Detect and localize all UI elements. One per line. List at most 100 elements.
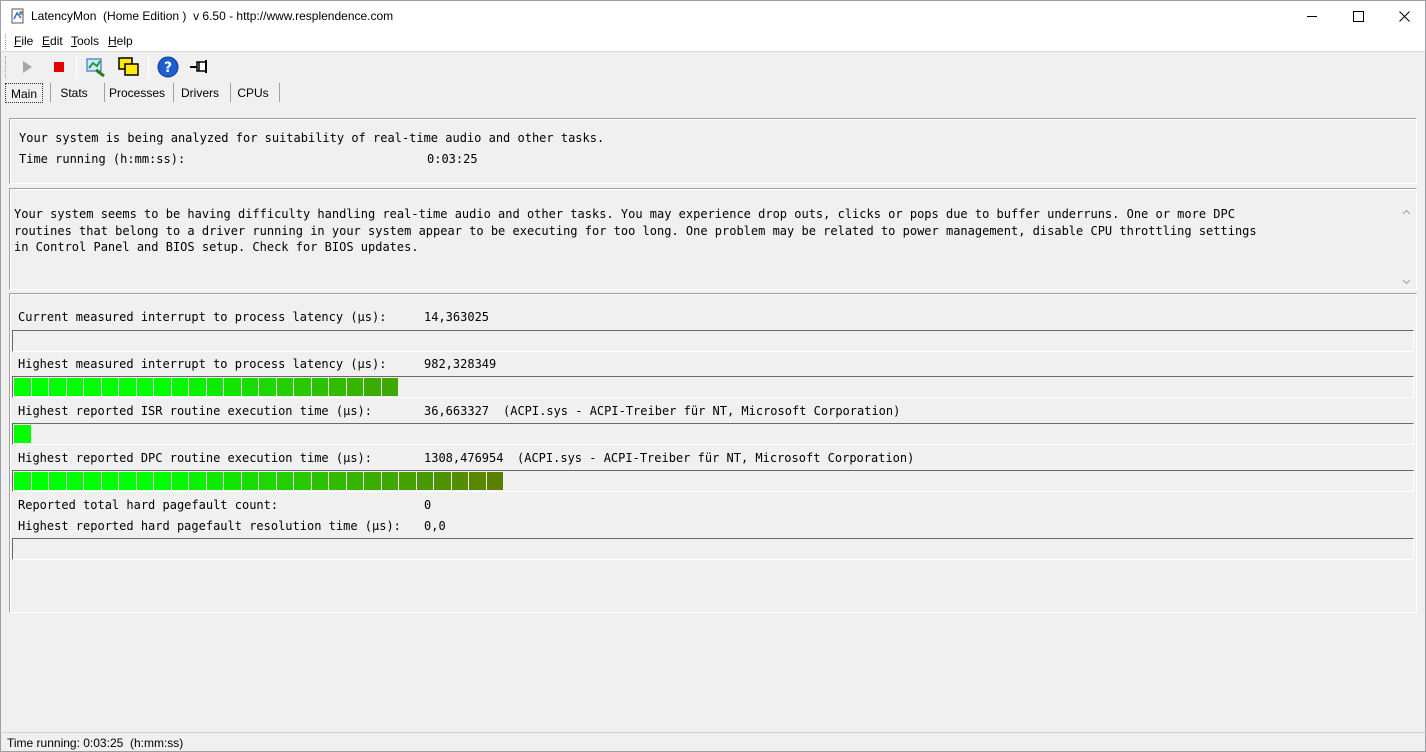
menu-file[interactable]: File: [14, 34, 33, 48]
windows-button[interactable]: [117, 56, 141, 78]
menu-edit[interactable]: Edit: [42, 34, 63, 48]
window-title: LatencyMon (Home Edition ) v 6.50 - http…: [31, 9, 394, 23]
status-bar: Time running: 0:03:25 (h:mm:ss): [0, 732, 1426, 752]
tab-drivers[interactable]: Drivers: [177, 83, 223, 103]
pagefault-time-bar: [12, 538, 1414, 560]
bar-segment: [136, 378, 154, 396]
bar-segment: [486, 472, 504, 490]
bar-segment: [294, 378, 312, 396]
bar-segment: [171, 472, 189, 490]
menu-help[interactable]: Help: [108, 34, 133, 48]
close-icon: [1399, 11, 1410, 22]
bar-segment: [136, 472, 154, 490]
bar-segment: [381, 472, 399, 490]
tab-separator: [230, 83, 231, 102]
pagefault-time-value: 0,0: [424, 519, 446, 533]
close-button[interactable]: [1381, 1, 1426, 32]
bar-segment: [381, 378, 399, 396]
menu-bar: File Edit Tools Help: [0, 31, 1426, 51]
bar-segment: [154, 378, 172, 396]
stop-button[interactable]: [47, 56, 71, 78]
bar-segment: [364, 472, 382, 490]
bar-segment: [101, 378, 119, 396]
tab-strip: Main Stats Processes Drivers CPUs: [0, 81, 1426, 103]
menu-grip: [5, 34, 7, 49]
bar-segment: [14, 378, 32, 396]
bar-segment: [101, 472, 119, 490]
analysis-status-panel: Your system is being analyzed for suitab…: [9, 118, 1417, 184]
bar-segment: [259, 472, 277, 490]
bar-segment: [346, 472, 364, 490]
analysis-status-text: Your system is being analyzed for suitab…: [19, 131, 605, 145]
bar-segment: [31, 378, 49, 396]
tab-cpus[interactable]: CPUs: [234, 83, 272, 103]
start-button[interactable]: [15, 56, 39, 78]
menu-tools[interactable]: Tools: [71, 34, 99, 48]
minimize-button[interactable]: [1289, 1, 1335, 32]
bar-segment: [189, 378, 207, 396]
maximize-button[interactable]: [1335, 1, 1381, 32]
isr-label: Highest reported ISR routine execution t…: [18, 404, 373, 418]
current-latency-label: Current measured interrupt to process la…: [18, 310, 387, 324]
bar-segment: [119, 472, 137, 490]
bar-segment: [154, 472, 172, 490]
minimize-icon: [1307, 16, 1317, 17]
bar-segment: [346, 378, 364, 396]
toolbar-separator: [76, 56, 77, 78]
bar-segment: [276, 378, 294, 396]
current-latency-bar: [12, 330, 1414, 352]
bar-segment: [14, 425, 32, 443]
title-bar: LatencyMon (Home Edition ) v 6.50 - http…: [0, 0, 1426, 31]
verdict-panel: Your system seems to be having difficult…: [9, 188, 1417, 290]
tab-separator: [104, 83, 105, 102]
bar-segment: [66, 378, 84, 396]
bar-segment: [171, 378, 189, 396]
dpc-driver-detail: (ACPI.sys - ACPI-Treiber für NT, Microso…: [517, 451, 915, 465]
bar-segment: [119, 378, 137, 396]
toolbar-separator: [148, 56, 149, 78]
help-button[interactable]: ?: [156, 56, 180, 78]
verdict-scrollbar[interactable]: [1398, 190, 1415, 288]
toolbar: ?: [0, 51, 1426, 81]
analyze-button[interactable]: [84, 56, 108, 78]
bar-segment: [259, 378, 277, 396]
dpc-label: Highest reported DPC routine execution t…: [18, 451, 373, 465]
time-running-label: Time running (h:mm:ss):: [19, 152, 186, 166]
tab-separator: [50, 83, 51, 102]
pin-button[interactable]: [188, 56, 212, 78]
bar-segment: [14, 472, 32, 490]
bar-segment: [49, 472, 67, 490]
windows-icon: [118, 57, 139, 76]
scroll-down-icon[interactable]: [1402, 277, 1411, 286]
bar-segment: [364, 378, 382, 396]
bar-segment: [451, 472, 469, 490]
bar-segment: [206, 378, 224, 396]
scroll-up-icon[interactable]: [1402, 208, 1411, 217]
toolbar-grip: [5, 56, 7, 78]
stop-icon: [54, 62, 64, 72]
bar-segment: [241, 378, 259, 396]
bar-segment: [241, 472, 259, 490]
isr-bar: [12, 423, 1414, 445]
bar-segment: [416, 472, 434, 490]
bar-segment: [66, 472, 84, 490]
maximize-icon: [1353, 11, 1364, 22]
pagefault-count-value: 0: [424, 498, 432, 512]
bar-segment: [224, 472, 242, 490]
bar-segment: [49, 378, 67, 396]
tab-processes[interactable]: Processes: [108, 83, 166, 103]
tab-separator: [279, 83, 280, 102]
pagefault-count-label: Reported total hard pagefault count:: [18, 498, 279, 512]
highest-latency-bar: [12, 376, 1414, 398]
help-icon: ?: [157, 56, 179, 78]
bar-segment: [84, 472, 102, 490]
tab-main[interactable]: Main: [5, 83, 43, 103]
isr-driver-detail: (ACPI.sys - ACPI-Treiber für NT, Microso…: [503, 404, 901, 418]
bar-segment: [329, 472, 347, 490]
bar-segment: [434, 472, 452, 490]
pin-icon: [190, 60, 207, 73]
bar-segment: [399, 472, 417, 490]
tab-stats[interactable]: Stats: [54, 83, 94, 103]
bar-segment: [276, 472, 294, 490]
highest-latency-label: Highest measured interrupt to process la…: [18, 357, 387, 371]
